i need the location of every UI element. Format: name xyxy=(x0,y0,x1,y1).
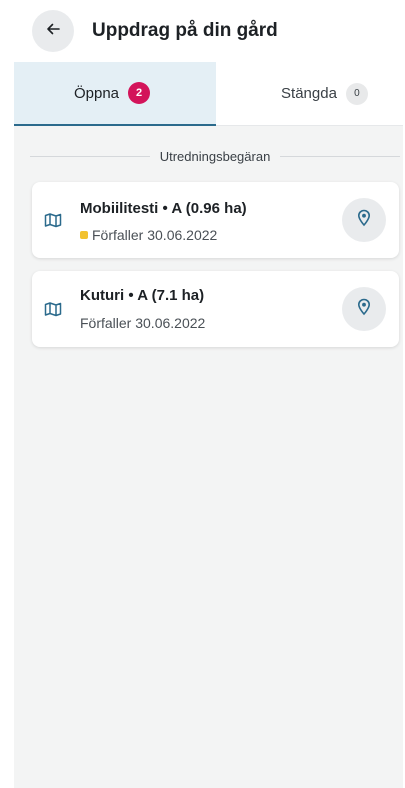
section-title: Utredningsbegäran xyxy=(159,148,271,164)
tab-closed[interactable]: Stängda 0 xyxy=(216,62,403,126)
section-header: Utredningsbegäran xyxy=(30,146,401,166)
assignment-card[interactable]: Kuturi • A (7.1 ha) Förfaller 30.06.2022 xyxy=(32,271,399,347)
card-title: Mobiilitesti • A (0.96 ha) xyxy=(80,200,247,217)
tab-open-label: Öppna xyxy=(73,84,120,102)
tab-closed-label: Stängda xyxy=(281,85,337,102)
divider-line-left xyxy=(30,155,150,157)
card-due-date-row: Förfaller 30.06.2022 xyxy=(80,315,205,331)
map-icon xyxy=(44,212,62,228)
tab-closed-count-badge: 0 xyxy=(345,82,368,105)
tab-open[interactable]: Öppna 2 xyxy=(14,62,216,126)
divider-line-right xyxy=(280,155,401,157)
card-title: Kuturi • A (7.1 ha) xyxy=(80,287,205,304)
tab-open-count-badge: 2 xyxy=(128,82,151,104)
card-due-date: Förfaller 30.06.2022 xyxy=(92,227,218,243)
map-icon xyxy=(44,301,62,317)
tab-bar: Öppna 2 Stängda 0 xyxy=(14,62,403,126)
app-screen: Uppdrag på din gård Öppna 2 Stängda 0 Ut… xyxy=(0,0,405,788)
assignment-card[interactable]: Mobiilitesti • A (0.96 ha) Förfaller 30.… xyxy=(32,182,399,258)
page-title: Uppdrag på din gård xyxy=(92,20,278,41)
show-on-map-button[interactable] xyxy=(342,287,386,331)
location-pin-icon xyxy=(356,298,372,321)
back-button[interactable] xyxy=(32,10,74,52)
status-indicator xyxy=(80,231,88,239)
show-on-map-button[interactable] xyxy=(342,198,386,242)
arrow-left-icon xyxy=(44,20,62,43)
card-due-date: Förfaller 30.06.2022 xyxy=(80,315,206,331)
card-due-date-row: Förfaller 30.06.2022 xyxy=(80,227,217,243)
location-pin-icon xyxy=(356,209,372,232)
header: Uppdrag på din gård xyxy=(0,0,405,62)
